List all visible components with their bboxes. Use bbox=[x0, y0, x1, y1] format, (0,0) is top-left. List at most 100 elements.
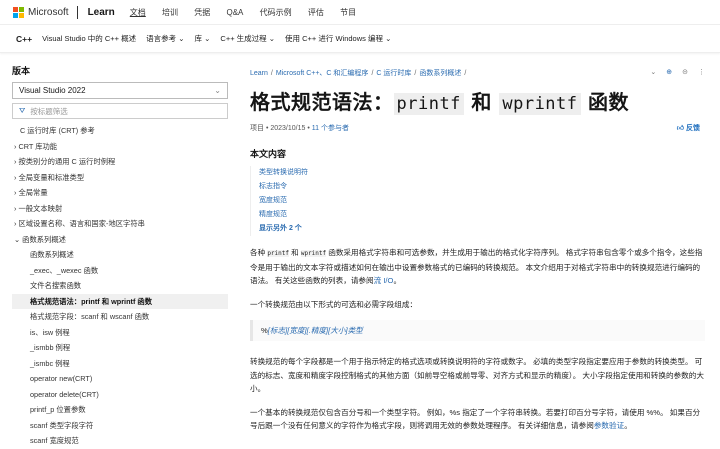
sidebar-item[interactable]: › 区域设置名称、语言和国家-地区字符串 bbox=[12, 216, 228, 232]
nav-training[interactable]: 培训 bbox=[162, 8, 178, 17]
nav-credentials[interactable]: 凭据 bbox=[194, 8, 210, 17]
feedback-label: 反馈 bbox=[686, 125, 700, 132]
feedback-button[interactable]: 👍︎ 反馈 bbox=[677, 123, 700, 133]
stream-io-link[interactable]: 流 I/O bbox=[374, 276, 394, 285]
nav-code-samples[interactable]: 代码示例 bbox=[260, 8, 292, 17]
parameter-validation-link[interactable]: 参数验证 bbox=[594, 421, 624, 430]
intro-paragraph: 各种 printf 和 wprintf 函数采用格式字符串和可选参数，并生成用于… bbox=[250, 246, 705, 288]
toc-link[interactable]: 精度规范 bbox=[259, 208, 705, 222]
sub-nav: C++ Visual Studio 中的 C++ 概述 语言参考 ⌄ 库 ⌄ C… bbox=[0, 25, 720, 53]
sidebar-item[interactable]: C 运行时库 (CRT) 参考 bbox=[12, 123, 228, 139]
sidebar-item[interactable]: _ismbc 例程 bbox=[12, 356, 228, 372]
divider bbox=[76, 5, 78, 19]
sidebar-item[interactable]: › 按类别分的通用 C 运行时例程 bbox=[12, 154, 228, 170]
subnav-item[interactable]: 库 ⌄ bbox=[195, 33, 211, 44]
text: 。 bbox=[393, 276, 402, 285]
sidebar-item[interactable]: _exec、_wexec 函数 bbox=[12, 263, 228, 279]
version-select[interactable]: Visual Studio 2022 ⌄ bbox=[12, 82, 228, 99]
breadcrumb: Learn / Microsoft C++、C 和汇编程序 / C 运行时库 / 函数系列概… bbox=[250, 68, 705, 78]
subnav-item[interactable]: 使用 C++ 进行 Windows 编程 ⌄ bbox=[285, 33, 391, 44]
subnav-item[interactable]: 语言参考 ⌄ bbox=[146, 33, 184, 44]
breadcrumb-separator: / bbox=[371, 70, 374, 77]
syntax-width-link[interactable]: [宽度] bbox=[287, 326, 306, 335]
article: Learn / Microsoft C++、C 和汇编程序 / C 运行时库 / 函数系列概… bbox=[250, 68, 705, 433]
more-icon[interactable]: ⋮ bbox=[698, 69, 705, 76]
title-text: 和 bbox=[471, 90, 492, 114]
filter-icon: ⛛ bbox=[19, 106, 26, 115]
nav-shows[interactable]: 节目 bbox=[340, 8, 356, 17]
article-meta: 项目 • 2023/10/15 • 11 个参与者 👍︎ 反馈 bbox=[250, 123, 700, 133]
syntax-type-link[interactable]: 类型 bbox=[348, 326, 363, 335]
title-text: 格式规范语法： bbox=[250, 90, 394, 114]
chevron-down-icon[interactable]: ⌄ bbox=[650, 69, 656, 76]
sidebar-item[interactable]: scanf 类型字段字符 bbox=[12, 418, 228, 434]
toc-tree: C 运行时库 (CRT) 参考 › CRT 库功能 › 按类别分的通用 C 运行时例… bbox=[12, 123, 228, 449]
sidebar-item[interactable]: › CRT 库功能 bbox=[12, 139, 228, 155]
toc-link[interactable]: 宽度规范 bbox=[259, 194, 705, 208]
syntax-block: %[标志][宽度][.精度][大小]类型 bbox=[250, 320, 705, 341]
sidebar-item[interactable]: 文件名搜索函数 bbox=[12, 278, 228, 294]
sidebar-item[interactable]: operator delete(CRT) bbox=[12, 387, 228, 403]
text: 。 bbox=[624, 421, 632, 430]
paragraph: 一个转换规范由以下形式的可选和必需字段组成： bbox=[250, 299, 418, 309]
toc-link[interactable]: 标志指令 bbox=[259, 180, 705, 194]
text: 各种 bbox=[250, 248, 268, 257]
text: 和 bbox=[289, 248, 301, 257]
contributors-link[interactable]: 11 个参与者 bbox=[312, 125, 349, 132]
article-date: 2023/10/15 bbox=[270, 125, 306, 132]
brand-name[interactable]: Microsoft bbox=[28, 7, 69, 18]
toc-heading: 本文内容 bbox=[250, 149, 287, 159]
text: 一个基本的转换规范仅包含百分号和一个类型字符。 例如，%s 指定了一个字符串转换… bbox=[250, 407, 701, 431]
focus-mode-icon[interactable]: ⊝ bbox=[682, 69, 688, 76]
sidebar-item[interactable]: › 全局变量和标准类型 bbox=[12, 170, 228, 186]
breadcrumb-link[interactable]: C 运行时库 bbox=[376, 70, 411, 77]
sidebar-item[interactable]: ⌄ 函数系列概述 bbox=[12, 232, 228, 248]
sidebar-item[interactable]: is、isw 例程 bbox=[12, 325, 228, 341]
paragraph: 转换规范的每个字段都是一个用于指示特定的格式选项或转换说明符的字符或数字。 必填… bbox=[250, 357, 704, 393]
microsoft-logo-icon[interactable] bbox=[13, 6, 24, 18]
sidebar-item[interactable]: 格式规范语法：printf 和 wprintf 函数 bbox=[12, 293, 228, 309]
toc-show-more[interactable]: 显示另外 2 个 bbox=[259, 222, 705, 236]
breadcrumb-link[interactable]: Microsoft C++、C 和汇编程序 bbox=[276, 70, 369, 77]
learn-link[interactable]: Learn bbox=[88, 7, 115, 18]
filter-input[interactable]: ⛛ 按标题筛选 bbox=[12, 103, 228, 119]
nav-docs[interactable]: 文档 bbox=[130, 8, 146, 17]
sidebar-item[interactable]: 函数系列概述 bbox=[12, 247, 228, 263]
inline-code: wprintf bbox=[300, 250, 327, 257]
syntax-flags-link[interactable]: [标志] bbox=[268, 326, 287, 335]
syntax-precision-link[interactable]: [.精度] bbox=[307, 326, 329, 335]
nav-assessments[interactable]: 评估 bbox=[308, 8, 324, 17]
top-header: Microsoft Learn 文档 培训 凭据 Q&A 代码示例 评估 节目 bbox=[0, 0, 720, 25]
breadcrumb-link[interactable]: 函数系列概述 bbox=[419, 70, 461, 77]
syntax-size-link[interactable]: [大小] bbox=[328, 326, 347, 335]
chevron-down-icon: ⌄ bbox=[214, 86, 221, 95]
globe-icon[interactable]: ⊕ bbox=[666, 69, 672, 76]
inline-code: printf bbox=[267, 250, 289, 257]
breadcrumb-separator: / bbox=[270, 70, 273, 77]
title-text: 函数 bbox=[587, 90, 629, 114]
filter-placeholder: 按标题筛选 bbox=[30, 106, 68, 116]
sidebar-item[interactable]: printf_p 位置参数 bbox=[12, 402, 228, 418]
syntax-percent: % bbox=[261, 326, 268, 335]
sidebar-item[interactable]: › 一般文本映射 bbox=[12, 201, 228, 217]
sidebar-item[interactable]: _ismbb 例程 bbox=[12, 340, 228, 356]
breadcrumb-separator: / bbox=[464, 70, 467, 77]
sidebar-item[interactable]: operator new(CRT) bbox=[12, 371, 228, 387]
title-code: wprintf bbox=[499, 93, 581, 115]
toc-link[interactable]: 类型转换说明符 bbox=[259, 166, 705, 180]
sidebar: 版本 Visual Studio 2022 ⌄ ⛛ 按标题筛选 C 运行时库 (CR… bbox=[12, 64, 228, 449]
version-label: 版本 bbox=[12, 66, 31, 76]
breadcrumb-separator: / bbox=[414, 70, 417, 77]
subnav-item[interactable]: C++ 生成过程 ⌄ bbox=[220, 33, 275, 44]
nav-qa[interactable]: Q&A bbox=[227, 8, 244, 17]
page-title: 格式规范语法： printf 和 wprintf 函数 bbox=[250, 86, 705, 115]
sidebar-item[interactable]: scanf 宽度规范 bbox=[12, 433, 228, 449]
thumbs-up-icon: 👍︎ bbox=[676, 125, 685, 132]
sidebar-item[interactable]: 格式规范字段：scanf 和 wscanf 函数 bbox=[12, 309, 228, 325]
subnav-item[interactable]: Visual Studio 中的 C++ 概述 bbox=[42, 33, 136, 44]
version-value: Visual Studio 2022 bbox=[19, 86, 86, 95]
sidebar-item[interactable]: › 全局常量 bbox=[12, 185, 228, 201]
paragraph: 一个基本的转换规范仅包含百分号和一个类型字符。 例如，%s 指定了一个字符串转换… bbox=[250, 406, 705, 433]
breadcrumb-link[interactable]: Learn bbox=[250, 70, 268, 77]
subnav-home[interactable]: C++ bbox=[16, 34, 32, 44]
